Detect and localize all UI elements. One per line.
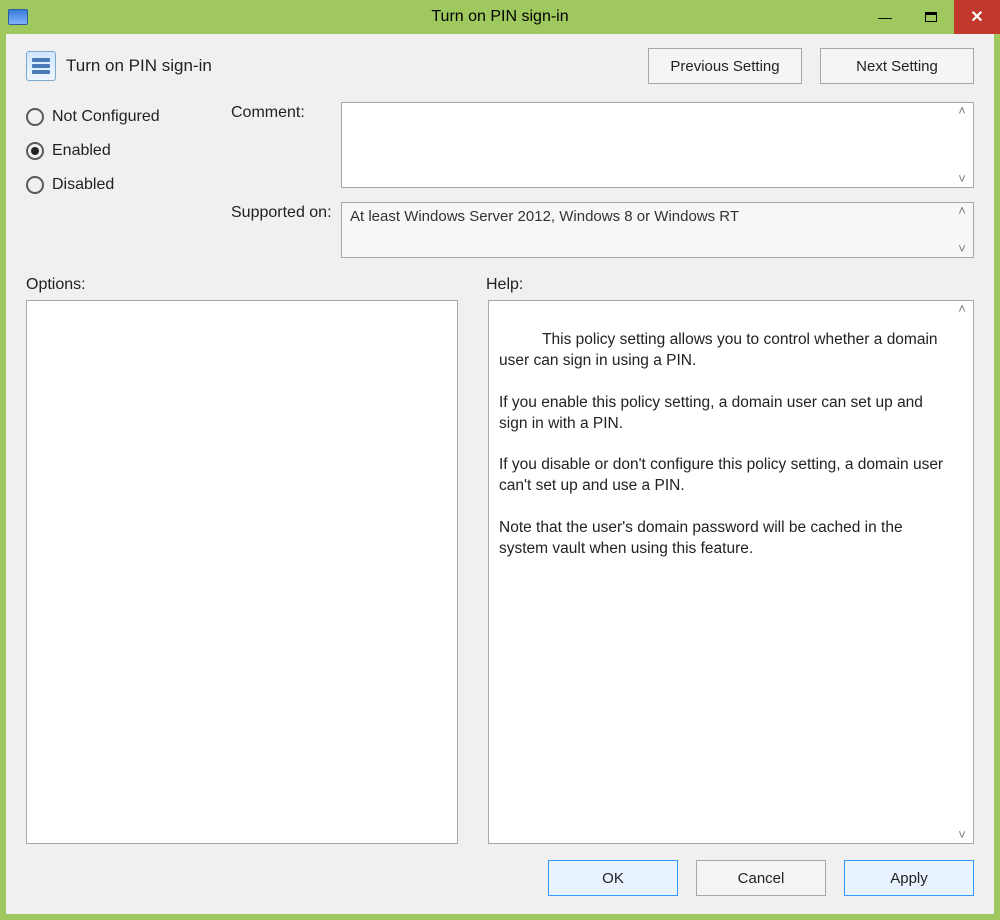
dialog-buttons: OK Cancel Apply — [26, 860, 974, 896]
radio-icon — [26, 142, 44, 160]
policy-editor-window: Turn on PIN sign-in — ✕ Turn on PIN sign… — [0, 0, 1000, 920]
options-panel[interactable] — [26, 300, 458, 844]
supported-on-value: At least Windows Server 2012, Windows 8 … — [350, 208, 739, 225]
policy-setting-icon — [26, 51, 56, 81]
client-area: Turn on PIN sign-in Previous Setting Nex… — [6, 34, 994, 914]
config-grid: Not Configured Enabled Disabled Comment:… — [26, 102, 974, 258]
panel-headers: Options: Help: — [26, 276, 974, 294]
scroll-up-icon: ˄ — [955, 205, 969, 217]
minimize-button[interactable]: — — [862, 0, 908, 34]
ok-button[interactable]: OK — [548, 860, 678, 896]
close-button[interactable]: ✕ — [954, 0, 1000, 34]
comment-input[interactable]: ˄ ˅ — [341, 102, 974, 188]
cancel-button[interactable]: Cancel — [696, 860, 826, 896]
panels-row: This policy setting allows you to contro… — [26, 300, 974, 844]
radio-enabled[interactable]: Enabled — [26, 142, 211, 160]
maximize-icon — [925, 12, 937, 22]
radio-icon — [26, 108, 44, 126]
scroll-down-icon: ˅ — [955, 173, 969, 185]
policy-setting-title: Turn on PIN sign-in — [66, 56, 212, 76]
next-setting-button[interactable]: Next Setting — [820, 48, 974, 84]
window-controls: — ✕ — [862, 0, 1000, 34]
radio-label: Disabled — [52, 176, 114, 194]
header-row: Turn on PIN sign-in Previous Setting Nex… — [26, 48, 974, 84]
comment-label: Comment: — [231, 102, 341, 122]
help-text: This policy setting allows you to contro… — [499, 331, 947, 557]
scroll-up-icon: ˄ — [955, 105, 969, 117]
metadata-fields: Comment: ˄ ˅ Supported on: At least Wind… — [231, 102, 974, 258]
radio-label: Not Configured — [52, 108, 160, 126]
state-radio-group: Not Configured Enabled Disabled — [26, 102, 211, 258]
apply-button[interactable]: Apply — [844, 860, 974, 896]
window-title: Turn on PIN sign-in — [0, 8, 1000, 26]
title-bar: Turn on PIN sign-in — ✕ — [0, 0, 1000, 34]
radio-disabled[interactable]: Disabled — [26, 176, 211, 194]
scroll-down-icon: ˅ — [955, 243, 969, 255]
nav-buttons: Previous Setting Next Setting — [648, 48, 974, 84]
supported-on-label: Supported on: — [231, 202, 341, 222]
maximize-button[interactable] — [908, 0, 954, 34]
help-panel[interactable]: This policy setting allows you to contro… — [488, 300, 974, 844]
radio-not-configured[interactable]: Not Configured — [26, 108, 211, 126]
radio-label: Enabled — [52, 142, 111, 160]
app-icon — [8, 9, 28, 25]
previous-setting-button[interactable]: Previous Setting — [648, 48, 802, 84]
scroll-down-icon: ˅ — [955, 829, 969, 841]
supported-on-field: At least Windows Server 2012, Windows 8 … — [341, 202, 974, 258]
help-header: Help: — [486, 276, 523, 293]
options-header: Options: — [26, 276, 86, 293]
scroll-up-icon: ˄ — [955, 303, 969, 315]
radio-icon — [26, 176, 44, 194]
